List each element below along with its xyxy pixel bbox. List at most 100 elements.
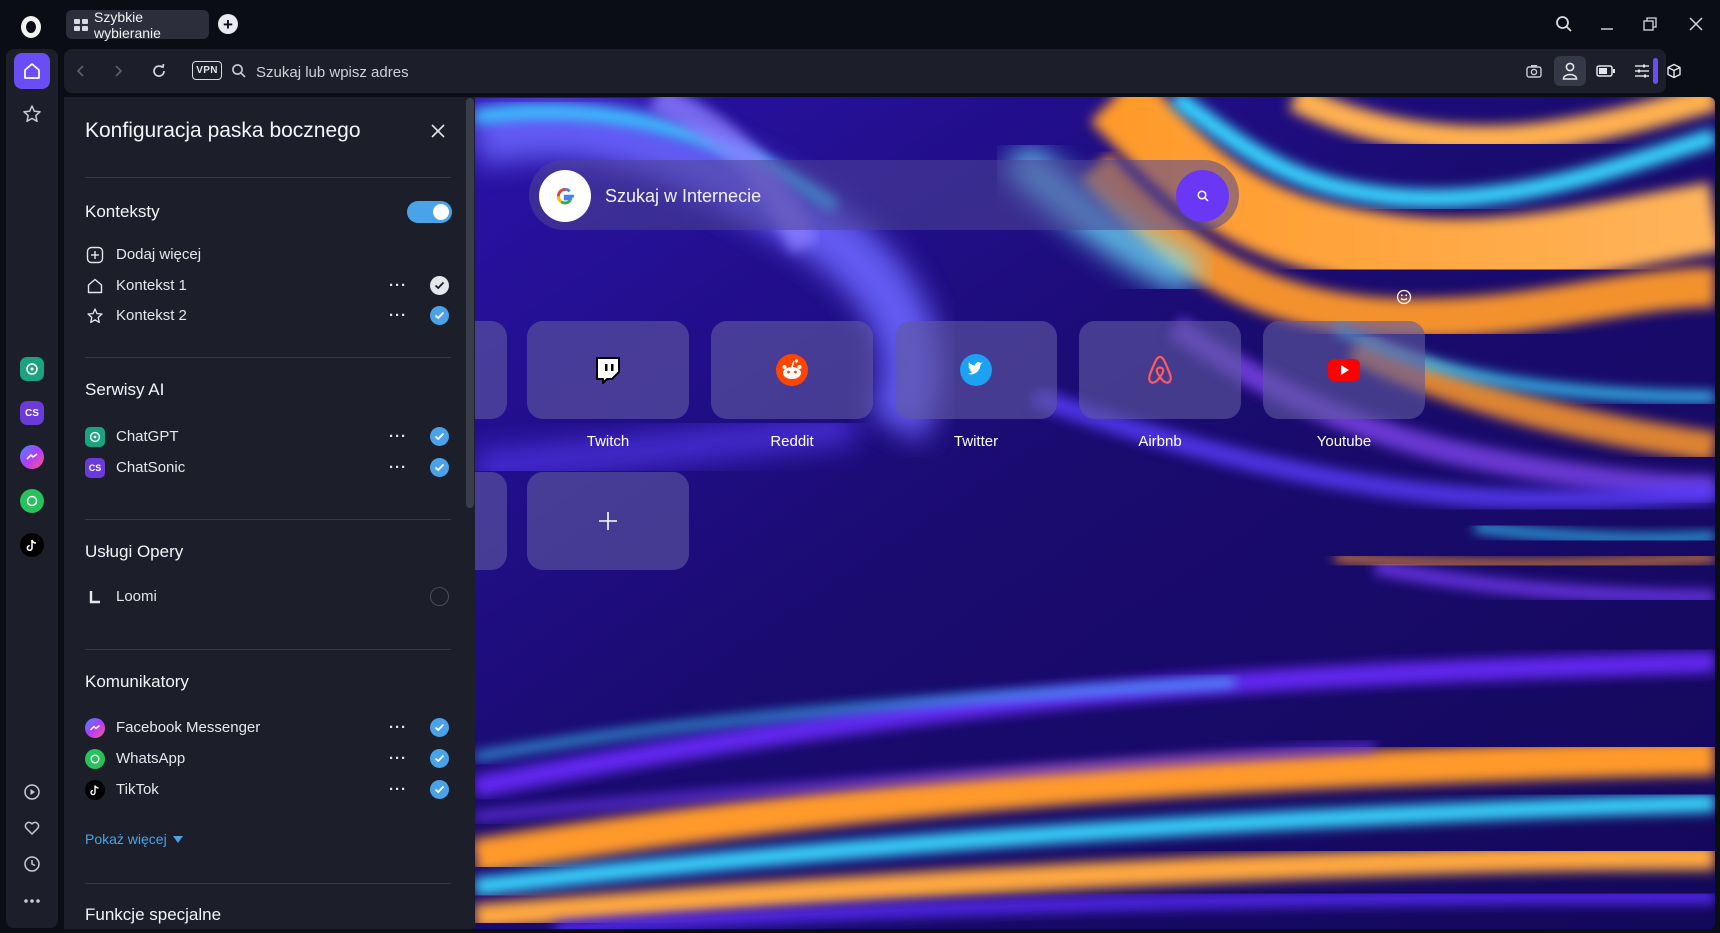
speed-dial-tile-partial[interactable] bbox=[475, 472, 507, 570]
close-window-icon[interactable] bbox=[1684, 12, 1708, 36]
back-icon[interactable] bbox=[70, 60, 92, 82]
vpn-badge[interactable]: VPN bbox=[192, 61, 222, 80]
search-icon bbox=[229, 61, 249, 81]
sidebar-item-chatgpt[interactable] bbox=[20, 357, 44, 381]
tile-label-youtube: Youtube bbox=[1316, 433, 1372, 450]
sidebar-item-messenger[interactable] bbox=[20, 445, 44, 469]
whatsapp-icon bbox=[85, 749, 105, 769]
speed-dial-tile-twitter[interactable] bbox=[895, 321, 1057, 419]
ai-checkbox[interactable] bbox=[430, 458, 449, 477]
panel-title: Konfiguracja paska bocznego bbox=[85, 119, 361, 142]
whatsapp-icon bbox=[26, 495, 38, 507]
more-options-button[interactable]: ··· bbox=[388, 305, 408, 325]
messenger-item-tiktok: TikTok ··· bbox=[85, 778, 451, 802]
home-icon bbox=[85, 276, 105, 296]
sidebar-item-home[interactable] bbox=[14, 53, 50, 89]
context-item: Kontekst 2 ··· bbox=[85, 304, 451, 328]
ai-item-chatgpt: ChatGPT ··· bbox=[85, 425, 451, 449]
row-label: Facebook Messenger bbox=[116, 719, 261, 736]
web-search-input[interactable] bbox=[605, 182, 1145, 210]
messenger-checkbox[interactable] bbox=[430, 749, 449, 768]
show-more-link[interactable]: Pokaż więcej bbox=[85, 831, 183, 847]
tile-label-reddit: Reddit bbox=[770, 433, 814, 450]
plus-icon bbox=[599, 512, 617, 530]
tab-search-icon[interactable] bbox=[1552, 12, 1576, 36]
new-tab-button[interactable]: + bbox=[218, 14, 238, 34]
contexts-toggle[interactable] bbox=[407, 201, 452, 223]
profile-icon[interactable] bbox=[1554, 56, 1586, 86]
messenger-item-whatsapp: WhatsApp ··· bbox=[85, 747, 451, 771]
ai-checkbox[interactable] bbox=[430, 427, 449, 446]
smiley-icon[interactable] bbox=[1395, 288, 1413, 306]
checkmark-icon bbox=[434, 463, 445, 472]
chatsonic-icon: CS bbox=[85, 458, 105, 478]
more-options-button[interactable]: ··· bbox=[388, 426, 408, 446]
context-checkbox[interactable] bbox=[430, 276, 449, 295]
restore-icon[interactable] bbox=[1638, 12, 1662, 36]
star-icon bbox=[23, 105, 41, 123]
reload-icon[interactable] bbox=[148, 60, 170, 82]
youtube-icon bbox=[1328, 359, 1360, 381]
section-title-opera-services: Usługi Opery bbox=[85, 542, 184, 561]
web-search-button[interactable] bbox=[1176, 170, 1229, 222]
web-search-box[interactable] bbox=[529, 160, 1239, 230]
more-options-button[interactable]: ··· bbox=[388, 748, 408, 768]
sidebar-item-whatsapp[interactable] bbox=[20, 489, 44, 513]
row-label: Dodaj więcej bbox=[116, 246, 202, 263]
sidebar-item-history[interactable] bbox=[14, 846, 50, 882]
add-speed-dial-button[interactable] bbox=[527, 472, 689, 570]
more-options-button[interactable]: ··· bbox=[388, 779, 408, 799]
service-checkbox[interactable] bbox=[430, 587, 449, 606]
opera-window: Szybkie wybieranie + CS VPN Szukaj lub w… bbox=[0, 0, 1720, 933]
sidebar-item-player[interactable] bbox=[14, 774, 50, 810]
checkmark-icon bbox=[434, 723, 445, 732]
service-item-loomi: Loomi bbox=[85, 585, 451, 609]
snapshot-icon[interactable] bbox=[1518, 56, 1550, 86]
aria-accent[interactable] bbox=[1653, 58, 1658, 84]
messenger-checkbox[interactable] bbox=[430, 780, 449, 799]
more-options-button[interactable]: ··· bbox=[388, 457, 408, 477]
title-bar: Szybkie wybieranie + bbox=[0, 0, 1720, 49]
sidebar-rail: CS bbox=[6, 49, 58, 928]
address-input[interactable] bbox=[256, 61, 1156, 83]
context-checkbox[interactable] bbox=[430, 306, 449, 325]
section-title-ai: Serwisy AI bbox=[85, 380, 165, 399]
minimize-icon[interactable] bbox=[1595, 12, 1619, 36]
sidebar-item-context[interactable] bbox=[14, 96, 50, 132]
tiktok-icon bbox=[85, 780, 105, 800]
close-panel-button[interactable] bbox=[426, 119, 450, 143]
speed-dial-page: Twitch Reddit Twitter Airbnb Youtube bbox=[475, 97, 1715, 929]
checkmark-icon bbox=[434, 785, 445, 794]
forward-icon[interactable] bbox=[107, 60, 129, 82]
messenger-checkbox[interactable] bbox=[430, 718, 449, 737]
tiktok-icon bbox=[26, 539, 37, 552]
speed-dial-tile-twitch[interactable] bbox=[527, 321, 689, 419]
sidebar-item-tiktok[interactable] bbox=[20, 533, 44, 557]
section-title-messengers: Komunikatory bbox=[85, 672, 189, 691]
checkmark-icon bbox=[434, 432, 445, 441]
speed-dial-tile-airbnb[interactable] bbox=[1079, 321, 1241, 419]
add-more-contexts-button[interactable]: Dodaj więcej bbox=[85, 243, 451, 267]
more-options-button[interactable]: ··· bbox=[388, 717, 408, 737]
extensions-cube-icon[interactable] bbox=[1660, 56, 1688, 86]
row-label: Kontekst 1 bbox=[116, 277, 187, 294]
divider bbox=[85, 519, 451, 520]
sidebar-more-button[interactable] bbox=[14, 883, 50, 919]
tab-speed-dial[interactable]: Szybkie wybieranie bbox=[66, 9, 209, 41]
opera-menu-icon[interactable] bbox=[17, 13, 45, 41]
speed-dial-tile-partial[interactable] bbox=[475, 321, 507, 419]
section-title-contexts: Konteksty bbox=[85, 202, 160, 221]
speed-dial-tile-reddit[interactable] bbox=[711, 321, 873, 419]
battery-saver-icon[interactable] bbox=[1590, 56, 1622, 86]
player-icon bbox=[24, 784, 40, 800]
divider bbox=[85, 883, 451, 884]
panel-scrollbar[interactable] bbox=[466, 98, 474, 508]
sidebar-item-chatsonic[interactable]: CS bbox=[20, 401, 44, 425]
clock-icon bbox=[24, 856, 40, 872]
more-options-button[interactable]: ··· bbox=[388, 275, 408, 295]
more-dots-icon bbox=[24, 899, 40, 903]
speed-dial-tile-youtube[interactable] bbox=[1263, 321, 1425, 419]
home-icon bbox=[24, 63, 40, 79]
sidebar-item-bookmarks[interactable] bbox=[14, 810, 50, 846]
context-item: Kontekst 1 ··· bbox=[85, 274, 451, 298]
